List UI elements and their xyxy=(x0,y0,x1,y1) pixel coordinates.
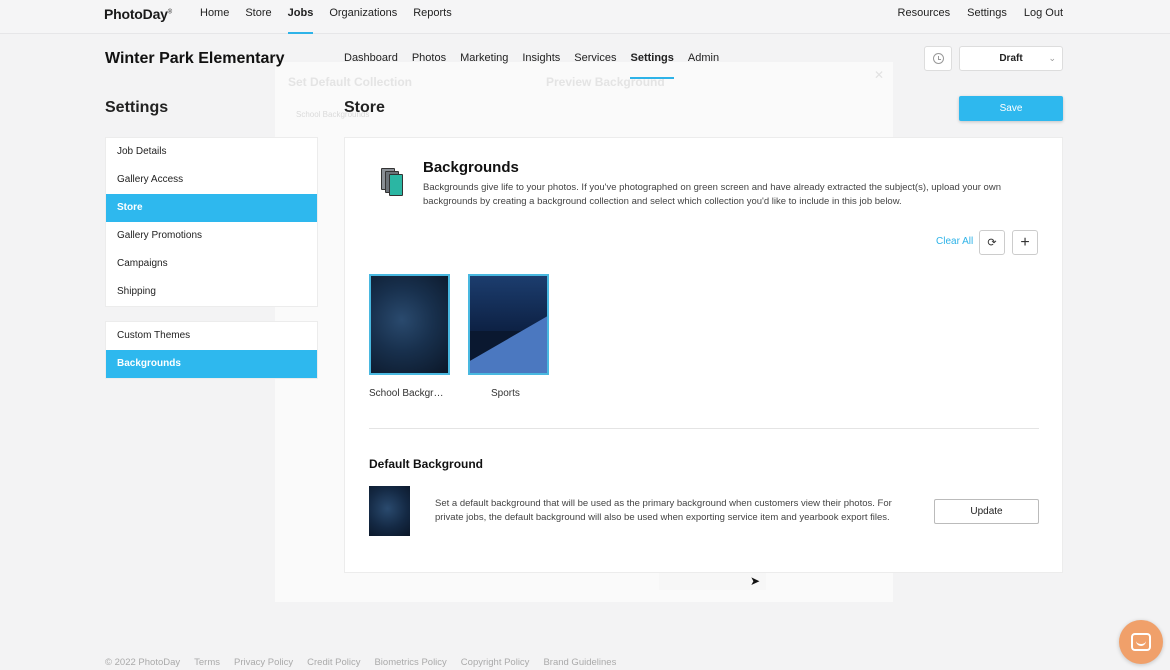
sidebar-item-gallery-promotions[interactable]: Gallery Promotions xyxy=(106,222,317,250)
store-submenu: Custom Themes Backgrounds xyxy=(105,321,318,379)
chevron-down-icon: ⌄ xyxy=(1048,53,1056,63)
footer-link-privacy[interactable]: Privacy Policy xyxy=(234,657,293,668)
mouse-cursor-icon: ➤ xyxy=(750,574,761,588)
sidebar-item-backgrounds[interactable]: Backgrounds xyxy=(106,350,317,378)
update-button[interactable]: Update xyxy=(934,499,1039,524)
backgrounds-icon xyxy=(381,168,405,198)
sidebar-item-job-details[interactable]: Job Details xyxy=(106,138,317,166)
footer-link-biometrics[interactable]: Biometrics Policy xyxy=(374,657,446,668)
nav-reports[interactable]: Reports xyxy=(413,0,452,34)
settings-title: Settings xyxy=(105,99,169,116)
collection-label-school: School Backgr… xyxy=(369,388,444,399)
plus-icon: + xyxy=(1020,233,1030,251)
tab-photos[interactable]: Photos xyxy=(412,52,446,82)
job-title: Winter Park Elementary xyxy=(105,50,285,67)
footer-link-brand[interactable]: Brand Guidelines xyxy=(543,657,616,668)
nav-home[interactable]: Home xyxy=(200,0,229,34)
default-background-heading: Default Background xyxy=(369,457,484,471)
sidebar-item-custom-themes[interactable]: Custom Themes xyxy=(106,322,317,350)
divider xyxy=(369,428,1039,429)
add-collection-button[interactable]: + xyxy=(1012,230,1038,255)
refresh-button[interactable]: ⟳ xyxy=(979,230,1005,255)
collection-label-sports: Sports xyxy=(491,388,520,399)
chat-icon xyxy=(1131,633,1151,651)
default-background-thumb xyxy=(369,486,410,536)
status-value: Draft xyxy=(999,53,1023,64)
tab-settings[interactable]: Settings xyxy=(630,52,675,82)
collection-thumb-sports[interactable] xyxy=(468,274,549,375)
sidebar-item-shipping[interactable]: Shipping xyxy=(106,278,317,306)
photoday-logo[interactable]: PhotoDay® xyxy=(104,6,172,22)
copyright: © 2022 PhotoDay xyxy=(105,657,181,668)
tab-dashboard[interactable]: Dashboard xyxy=(344,52,398,82)
section-title: Store xyxy=(344,99,385,116)
history-button[interactable] xyxy=(924,46,952,71)
tab-services[interactable]: Services xyxy=(574,52,616,82)
backgrounds-heading: Backgrounds xyxy=(423,159,519,176)
footer-link-copyright[interactable]: Copyright Policy xyxy=(461,657,530,668)
ghost-close-icon: ✕ xyxy=(874,68,885,82)
refresh-icon: ⟳ xyxy=(987,237,997,249)
clear-all-link[interactable]: Clear All xyxy=(936,236,973,247)
nav-jobs[interactable]: Jobs xyxy=(287,0,313,34)
footer: © 2022 PhotoDay Terms Privacy Policy Cre… xyxy=(105,657,630,668)
chat-launcher-button[interactable] xyxy=(1119,620,1163,664)
sidebar-item-gallery-access[interactable]: Gallery Access xyxy=(106,166,317,194)
account-nav: Resources Settings Log Out xyxy=(881,7,1063,19)
job-status-select[interactable]: Draft ⌄ xyxy=(959,46,1063,71)
nav-logout[interactable]: Log Out xyxy=(1024,7,1063,19)
top-nav: PhotoDay® Home Store Jobs Organizations … xyxy=(0,0,1170,34)
footer-link-terms[interactable]: Terms xyxy=(194,657,220,668)
tab-insights[interactable]: Insights xyxy=(522,52,560,82)
nav-store[interactable]: Store xyxy=(245,0,271,34)
job-subnav: Dashboard Photos Marketing Insights Serv… xyxy=(344,52,733,82)
collection-thumb-school[interactable] xyxy=(369,274,450,375)
settings-menu: Job Details Gallery Access Store Gallery… xyxy=(105,137,318,307)
nav-organizations[interactable]: Organizations xyxy=(329,0,397,34)
save-button[interactable]: Save xyxy=(959,96,1063,121)
default-background-description: Set a default background that will be us… xyxy=(435,498,892,523)
sidebar-item-campaigns[interactable]: Campaigns xyxy=(106,250,317,278)
tab-marketing[interactable]: Marketing xyxy=(460,52,508,82)
nav-settings[interactable]: Settings xyxy=(967,7,1007,19)
nav-resources[interactable]: Resources xyxy=(898,7,951,19)
backgrounds-description: Backgrounds give life to your photos. If… xyxy=(423,182,1001,207)
footer-link-credit[interactable]: Credit Policy xyxy=(307,657,360,668)
sidebar-item-store[interactable]: Store xyxy=(106,194,317,222)
main-nav: Home Store Jobs Organizations Reports xyxy=(200,0,468,34)
clock-icon xyxy=(932,53,944,64)
tab-admin[interactable]: Admin xyxy=(688,52,719,82)
